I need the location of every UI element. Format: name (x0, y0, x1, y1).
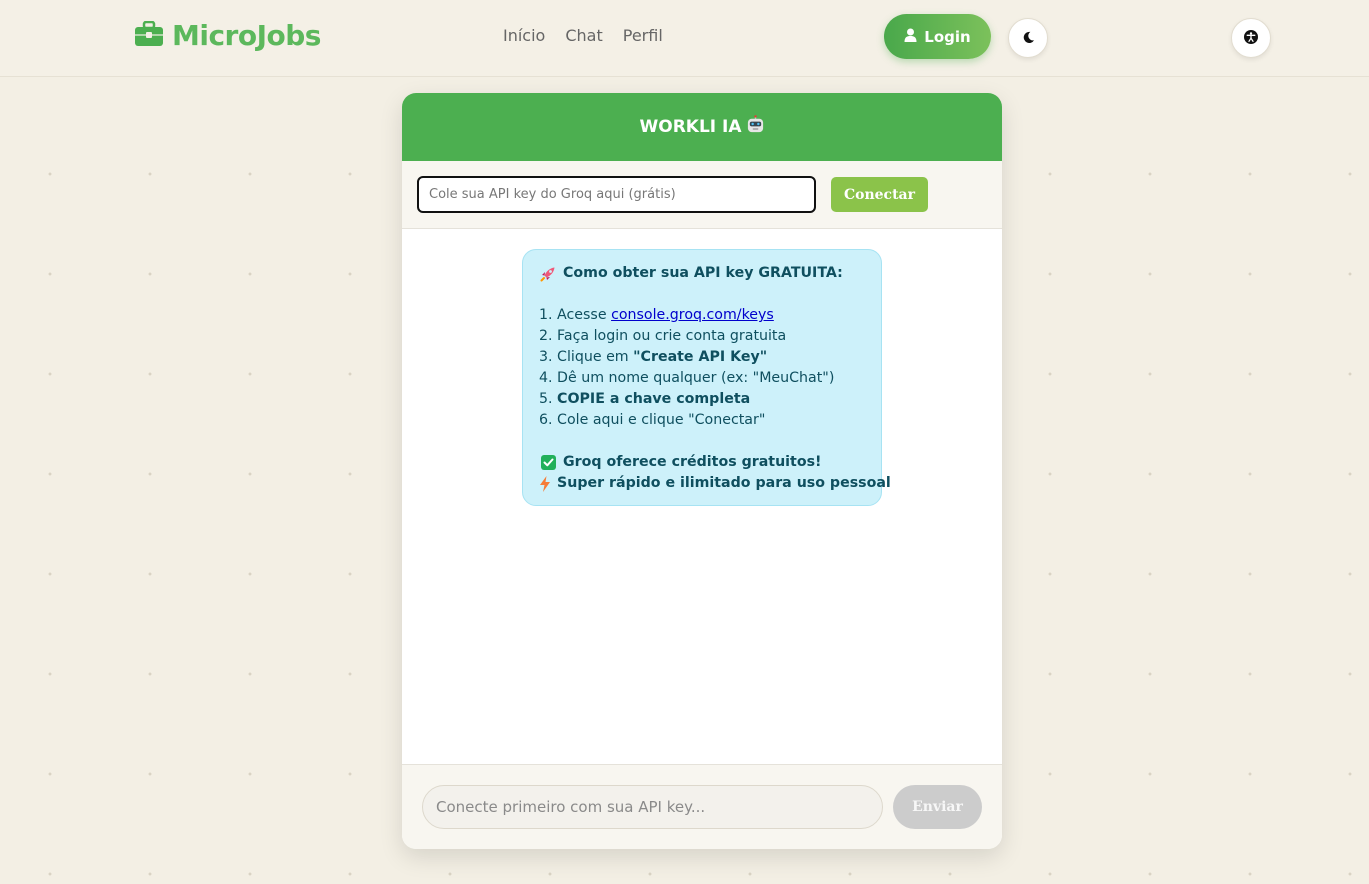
accessibility-icon (1244, 29, 1258, 48)
step-4-text: 4. Dê um nome qualquer (ex: "MeuChat") (539, 370, 835, 386)
user-icon (904, 28, 917, 46)
brand-name: MicroJobs (172, 19, 321, 52)
step-5: 5. COPIE a chave completa (539, 389, 865, 410)
note-free-credits: Groq oferece créditos gratuitos! (539, 452, 865, 473)
step-6-text: 6. Cole aqui e clique "Conectar" (539, 412, 766, 428)
note-fast-text: Super rápido e ilimitado para uso pessoa… (557, 475, 891, 491)
step-6: 6. Cole aqui e clique "Conectar" (539, 410, 865, 431)
nav-link-inicio[interactable]: Início (503, 26, 545, 45)
step-5-text: 5. (539, 391, 558, 407)
api-key-input[interactable] (417, 176, 816, 213)
theme-toggle-button[interactable] (1008, 18, 1048, 58)
rocket-icon (539, 266, 557, 282)
connect-button[interactable]: Conectar (831, 177, 928, 212)
brand-logo[interactable]: MicroJobs (134, 19, 321, 52)
step-2-text: 2. Faça login ou crie conta gratuita (539, 328, 787, 344)
groq-console-link[interactable]: console.groq.com/keys (611, 305, 774, 326)
nav-link-chat[interactable]: Chat (565, 26, 602, 45)
step-1: 1. Acesse console.groq.com/keys (539, 305, 865, 326)
send-button[interactable]: Enviar (893, 785, 982, 829)
instructions-heading-row: Como obter sua API key GRATUITA: (539, 263, 865, 284)
note-free-credits-text: Groq oferece créditos gratuitos! (563, 454, 822, 470)
check-box-icon (539, 455, 557, 470)
robot-icon (746, 115, 765, 139)
step-4: 4. Dê um nome qualquer (ex: "MeuChat") (539, 368, 865, 389)
lightning-icon (539, 475, 551, 492)
accessibility-button[interactable] (1231, 18, 1271, 58)
login-button[interactable]: Login (884, 14, 991, 59)
step-2: 2. Faça login ou crie conta gratuita (539, 326, 865, 347)
chat-header: WORKLI IA (402, 93, 1002, 161)
instructions-heading: Como obter sua API key GRATUITA: (563, 265, 843, 281)
step-3-bold: "Create API Key" (633, 349, 768, 365)
note-fast: Super rápido e ilimitado para uso pessoa… (539, 473, 891, 494)
step-3-text: 3. Clique em (539, 349, 634, 365)
chat-title: WORKLI IA (639, 117, 742, 137)
api-key-bar: Conectar (402, 161, 1002, 229)
message-composer: Enviar (402, 764, 1002, 849)
moon-icon (1022, 29, 1035, 48)
login-label: Login (924, 27, 971, 46)
step-3: 3. Clique em "Create API Key" (539, 347, 865, 368)
nav-link-perfil[interactable]: Perfil (623, 26, 663, 45)
briefcase-icon (134, 20, 164, 51)
api-instructions-message: Como obter sua API key GRATUITA: 1. Aces… (522, 249, 891, 506)
top-navbar: MicroJobs Início Chat Perfil Login (0, 0, 1369, 77)
message-input[interactable] (422, 785, 883, 829)
messages-area: Como obter sua API key GRATUITA: 1. Aces… (402, 229, 1002, 764)
step-1-text: 1. Acesse (539, 307, 612, 323)
main-nav: Início Chat Perfil (503, 26, 663, 45)
step-5-bold: COPIE a chave completa (557, 391, 751, 407)
chat-card: WORKLI IA Conectar (402, 93, 1002, 849)
